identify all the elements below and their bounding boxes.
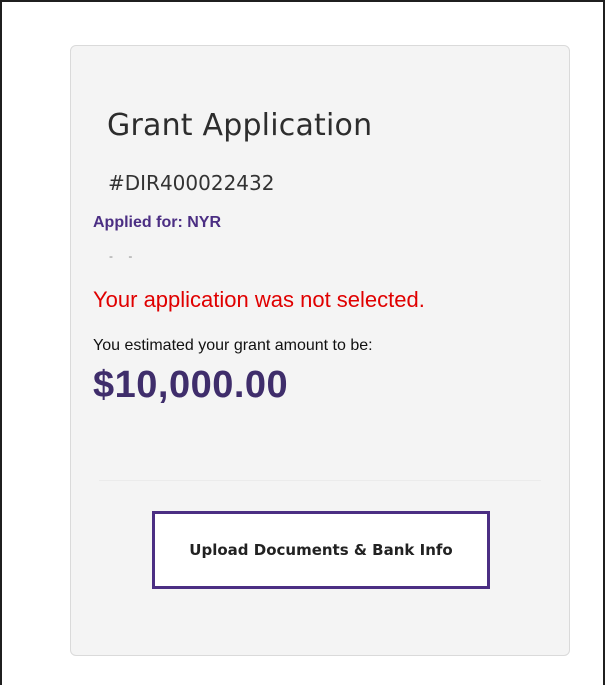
- grant-application-card: Grant Application #DIR400022432 Applied …: [70, 45, 570, 656]
- page-frame: Grant Application #DIR400022432 Applied …: [0, 0, 605, 685]
- grant-amount: $10,000.00: [93, 364, 289, 406]
- estimate-label: You estimated your grant amount to be:: [93, 337, 373, 354]
- applied-for-label: Applied for: NYR: [93, 214, 221, 231]
- ellipsis-indicator: - -: [109, 249, 139, 263]
- application-number: #DIR400022432: [108, 171, 275, 195]
- status-message: Your application was not selected.: [93, 287, 425, 312]
- card-title: Grant Application: [107, 108, 373, 143]
- card-divider: [99, 480, 541, 481]
- upload-documents-button[interactable]: Upload Documents & Bank Info: [152, 511, 490, 589]
